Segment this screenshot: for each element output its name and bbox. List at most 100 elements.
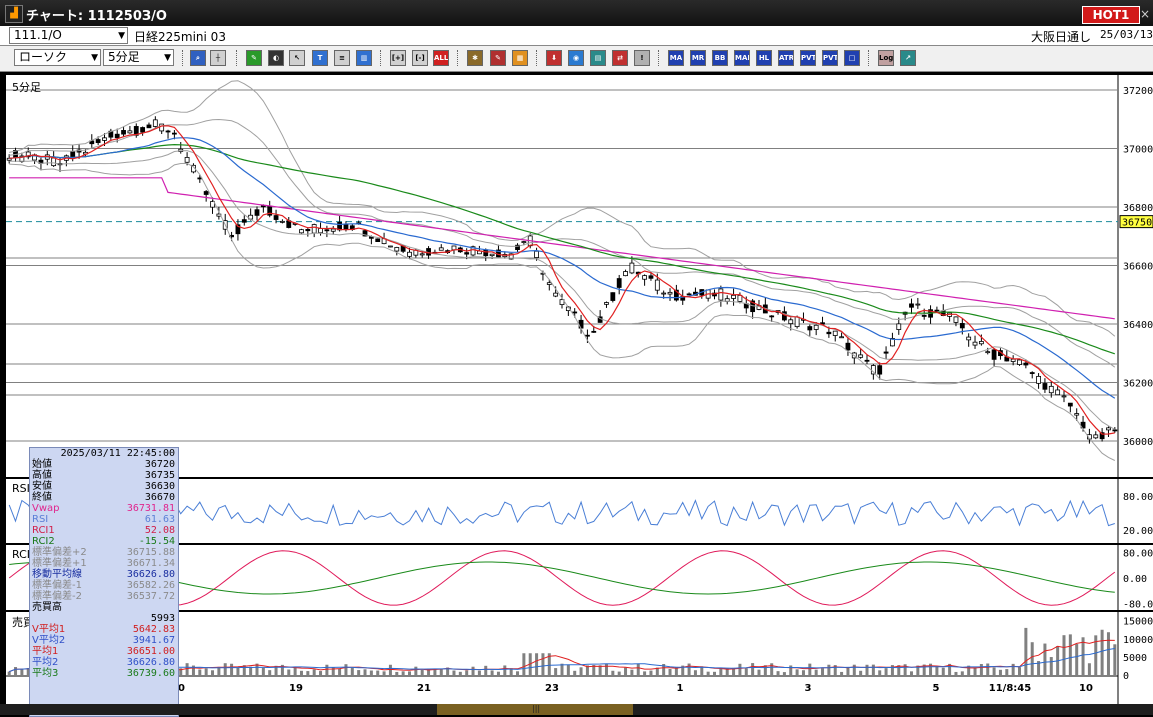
info-label: 標準偏差+2 (32, 547, 87, 558)
candle-body (553, 292, 559, 297)
candle-body (1042, 383, 1048, 390)
current-price-label: 36750 (1122, 218, 1152, 229)
volume-bar (407, 671, 411, 675)
x-tick-label: 5 (933, 683, 940, 694)
volume-bar (236, 667, 240, 675)
compare-icon[interactable]: ⇄ (612, 50, 628, 66)
volume-bar (465, 670, 469, 675)
zoom-in-icon[interactable]: [+] (390, 50, 406, 66)
info-value: 36720 (144, 459, 175, 470)
candle-body (1036, 375, 1041, 384)
info-row: 移動平均線 36626.80 (30, 569, 178, 580)
indicator-icon[interactable]: ▤ (590, 50, 606, 66)
log-button[interactable]: Log (878, 50, 894, 66)
exchange-label: 大阪日通し (1031, 30, 1092, 44)
volume-bar (490, 670, 494, 675)
list-icon[interactable]: ≡ (334, 50, 350, 66)
toolbar-separator (380, 50, 383, 66)
mr-button[interactable]: MR (690, 50, 706, 66)
volume-bar (471, 666, 475, 675)
pvt2-button[interactable]: PVT (822, 50, 838, 66)
candle-body (146, 124, 152, 129)
candle-body (534, 250, 539, 258)
cursor-icon[interactable]: ↖ (289, 50, 305, 66)
candle-body (623, 271, 628, 277)
info-value: 5642.83 (132, 624, 175, 635)
candle-body (845, 342, 851, 351)
volume-bar (579, 667, 583, 675)
pvt-button[interactable]: PVT (800, 50, 816, 66)
chart-type-select[interactable]: ローソク ▼ (14, 49, 101, 66)
bb-button[interactable]: BB (712, 50, 728, 66)
close-icon[interactable]: × (1140, 6, 1152, 22)
info-label: 標準偏差+1 (32, 558, 87, 569)
rsi-tick-label: 20.00 (1123, 526, 1153, 537)
info-label: 安値 (32, 481, 52, 492)
volume-bar (630, 669, 634, 675)
color-icon[interactable]: ▦ (512, 50, 528, 66)
mae-button[interactable]: MAE (734, 50, 750, 66)
candle-body (985, 351, 991, 354)
volume-bar (211, 670, 215, 675)
info-row: 平均3 36739.60 (30, 668, 178, 679)
download-icon[interactable]: ⬇ (546, 50, 562, 66)
info-value: 5993 (150, 613, 175, 624)
volume-bar (611, 670, 615, 675)
candle-body (114, 133, 120, 139)
volume-bar (827, 664, 831, 675)
volume-bar (261, 667, 265, 675)
volume-bar (859, 670, 863, 675)
hl-button[interactable]: HL (756, 50, 772, 66)
magnet-icon[interactable]: ◐ (268, 50, 284, 66)
period-select[interactable]: 5分足 ▼ (103, 49, 174, 66)
settings-icon[interactable]: ✱ (467, 50, 483, 66)
info-row: 高値 36735 (30, 470, 178, 481)
wrench-icon[interactable]: ✎ (490, 50, 506, 66)
pen-icon[interactable]: ✎ (246, 50, 262, 66)
text-icon[interactable]: T (312, 50, 328, 66)
candle-body (661, 292, 667, 295)
search-icon[interactable]: ⌕ (190, 50, 206, 66)
horizontal-scrollbar[interactable]: ||| (0, 704, 1153, 715)
candle-body (184, 157, 190, 163)
candle-body (254, 209, 260, 216)
candle-body (51, 157, 57, 167)
info-value: 3941.67 (132, 635, 175, 646)
hot-badge-button[interactable]: HOT1 (1082, 6, 1140, 24)
crosshair-icon[interactable]: ┼ (210, 50, 226, 66)
candle-body (959, 323, 965, 329)
candle-body (648, 275, 654, 279)
candle-body (572, 311, 578, 314)
volume-bar (744, 668, 748, 675)
x-tick-label: 11/8:45 (989, 683, 1031, 694)
candle-body (915, 303, 921, 306)
candle-body (839, 336, 844, 339)
volume-bar (649, 670, 653, 675)
volume-bar (299, 670, 303, 675)
volume-bar (1062, 635, 1066, 675)
volume-bar (865, 664, 869, 675)
candle-body (883, 351, 889, 354)
candle-body (813, 324, 819, 330)
zoom-out-icon[interactable]: [-] (412, 50, 428, 66)
symbol-select[interactable]: 111.1/O ▼ (9, 27, 128, 44)
atr-button[interactable]: ATR (778, 50, 794, 66)
candle-body (864, 359, 870, 362)
box-button[interactable]: □ (844, 50, 860, 66)
ma-button[interactable]: MA (668, 50, 684, 66)
x-tick-label: 3 (805, 683, 812, 694)
volume-bar (1049, 657, 1053, 675)
candle-body (305, 229, 311, 232)
export-icon[interactable]: ↗ (900, 50, 916, 66)
blank-icon[interactable]: ! (634, 50, 650, 66)
all-button[interactable]: ALL (433, 50, 449, 66)
candle-body (388, 245, 393, 248)
volume-bar (312, 669, 316, 675)
info-value: 36715.88 (126, 547, 175, 558)
volume-bar (706, 671, 710, 675)
candle-body (343, 224, 349, 230)
trash-icon[interactable]: ▥ (356, 50, 372, 66)
alarm-icon[interactable]: ◉ (568, 50, 584, 66)
rsi-tick-label: 80.00 (1123, 492, 1153, 503)
candle-body (311, 224, 317, 234)
